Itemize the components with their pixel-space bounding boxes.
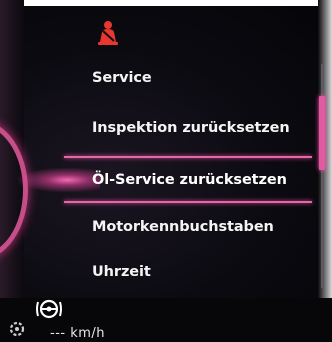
steering-assist-icon: [35, 297, 63, 321]
menu-item-engine-code[interactable]: Motorkennbuchstaben: [92, 219, 274, 235]
selection-line-top: [64, 156, 312, 158]
selection-line-bottom: [64, 201, 312, 203]
menu-item-time[interactable]: Uhrzeit: [92, 264, 151, 280]
display-panel: [12, 6, 330, 298]
menu-item-reset-inspection[interactable]: Inspektion zurücksetzen: [92, 120, 290, 136]
speed-readout: --- km/h: [50, 326, 105, 341]
scrollbar-thumb[interactable]: [319, 96, 325, 170]
selection-glow: [18, 168, 100, 192]
seatbelt-warning-icon: [95, 20, 121, 48]
menu-item-service[interactable]: Service: [92, 70, 152, 86]
gear-status-icon: [6, 318, 30, 340]
speed-unit: km/h: [70, 326, 106, 341]
instrument-cluster-display: Service Inspektion zurücksetzen Öl-Servi…: [0, 0, 332, 342]
speed-value: ---: [50, 326, 66, 341]
menu-item-reset-oil-service[interactable]: Öl-Service zurücksetzen: [92, 172, 287, 188]
